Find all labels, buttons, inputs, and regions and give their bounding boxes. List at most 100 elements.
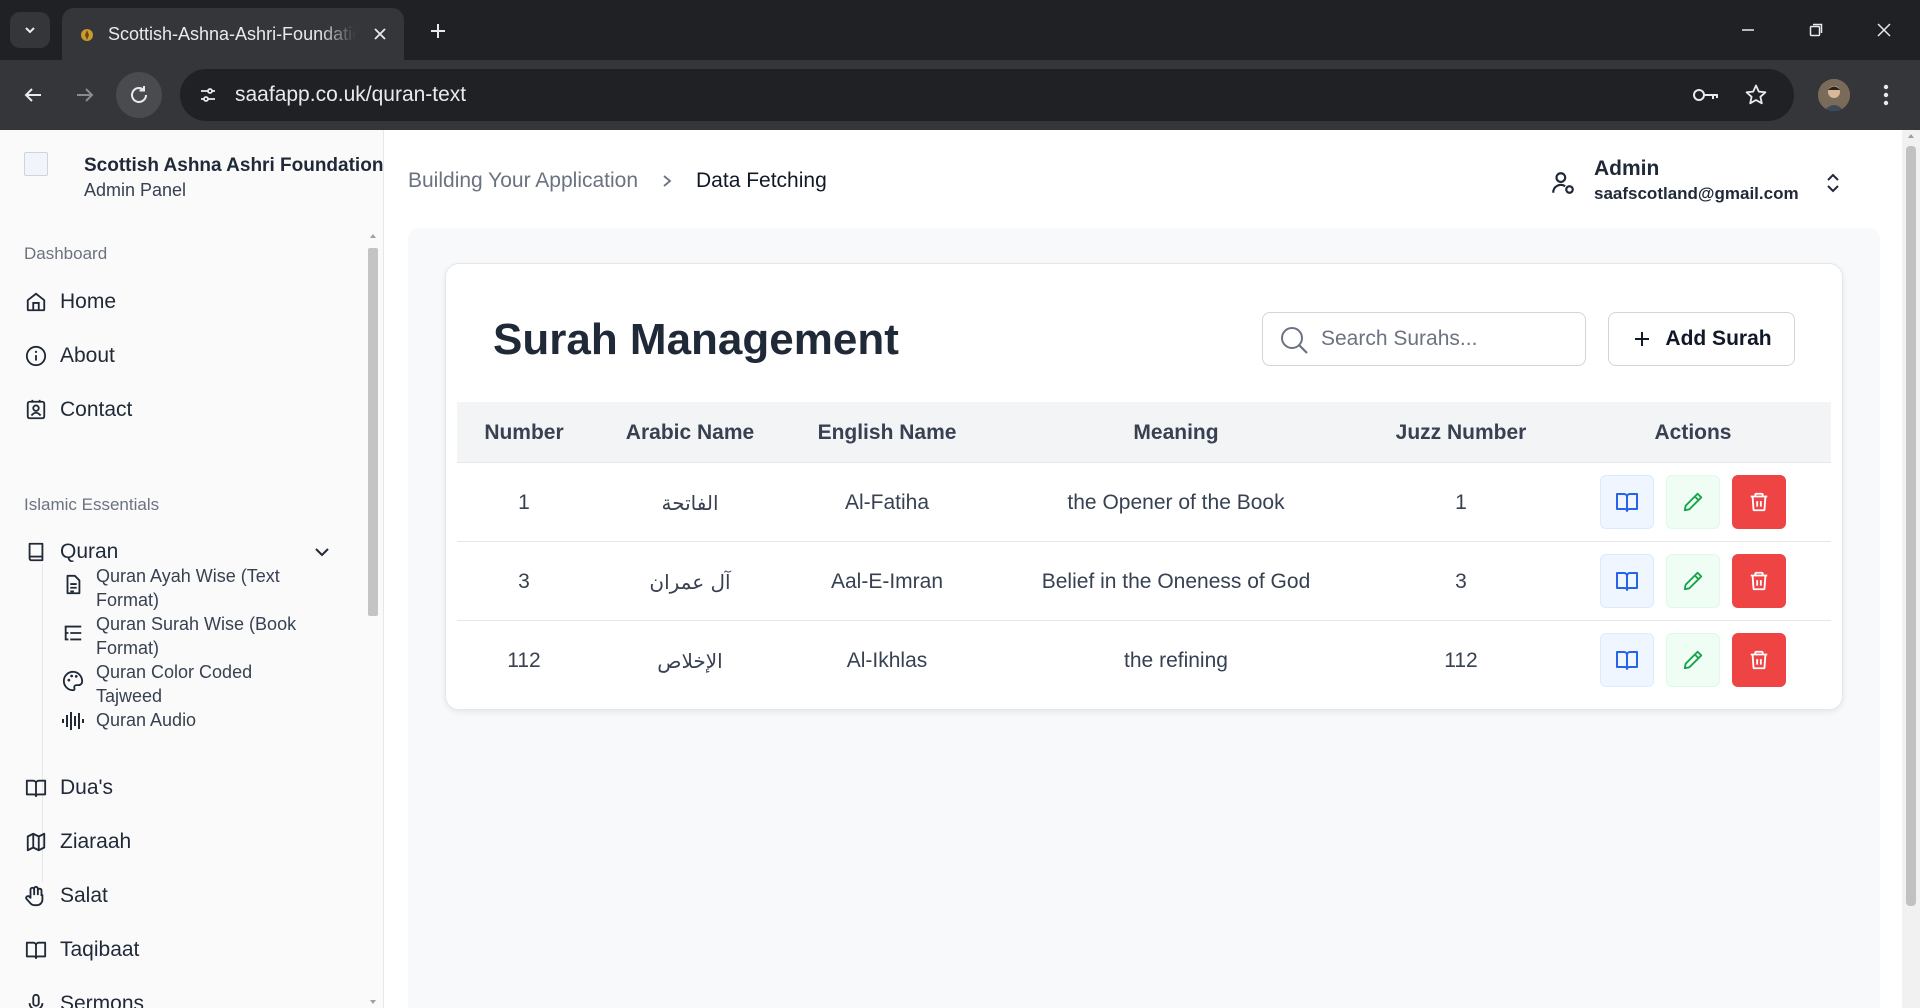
chevron-down-icon[interactable]: [310, 540, 334, 564]
sidebar-subitem-quran-audio[interactable]: Quran Audio: [60, 708, 340, 734]
open-book-icon: [1616, 572, 1638, 591]
trash-icon: [1750, 650, 1768, 670]
surah-card: Surah Management Add Surah Number Arabic…: [445, 263, 1843, 710]
cell-arabic-name: الفاتحة: [661, 490, 719, 515]
column-header: Meaning: [1133, 420, 1219, 444]
trash-icon: [1750, 571, 1768, 591]
edit-button[interactable]: [1666, 475, 1720, 529]
minimize-button[interactable]: [1726, 12, 1770, 48]
sidebar-item-salat[interactable]: Salat: [24, 876, 344, 916]
delete-button[interactable]: [1732, 475, 1786, 529]
cell-english-name: Al-Fatiha: [844, 490, 930, 514]
sidebar-subitem-quran-ayah[interactable]: Quran Ayah Wise (Text Format): [60, 564, 340, 612]
sidebar-subitem-label: Quran Ayah Wise (Text Format): [96, 566, 280, 610]
sidebar-item-duas[interactable]: Dua's: [24, 768, 344, 808]
scroll-up-arrow[interactable]: [1908, 134, 1914, 138]
breadcrumb-link[interactable]: Building Your Application: [408, 169, 638, 193]
new-tab-button[interactable]: [420, 14, 456, 48]
site-favicon-icon: [81, 29, 93, 41]
brand-name: Scottish Ashna Ashri Foundation: [84, 155, 384, 176]
url-text: saafapp.co.uk/quran-text: [235, 83, 467, 106]
sidebar-scrollbar[interactable]: [366, 230, 380, 1008]
delete-button[interactable]: [1732, 554, 1786, 608]
page-scrollbar[interactable]: [1902, 130, 1920, 1008]
restore-button[interactable]: [1794, 12, 1838, 48]
cell-juzz: 112: [1444, 648, 1478, 672]
table-header: Number Arabic Name English Name Meaning …: [457, 402, 1831, 463]
sidebar-item-taqibaat[interactable]: Taqibaat: [24, 930, 344, 970]
reload-button[interactable]: [116, 72, 162, 118]
sidebar-subitem-quran-surah[interactable]: Quran Surah Wise (Book Format): [60, 612, 340, 660]
user-name: Admin: [1594, 157, 1660, 180]
browser-toolbar: saafapp.co.uk/quran-text: [0, 60, 1920, 130]
brand[interactable]: Scottish Ashna Ashri Foundation Admin Pa…: [24, 152, 383, 208]
window-close-button[interactable]: [1862, 12, 1906, 48]
sidebar-subitem-label: Quran Audio: [96, 710, 197, 730]
scrollbar-thumb[interactable]: [368, 248, 378, 616]
cell-english-name: Al-Ikhlas: [846, 648, 928, 672]
scroll-down-arrow[interactable]: [370, 1000, 376, 1004]
column-header: Actions: [1654, 420, 1732, 444]
sidebar-subitem-label: Quran Color Coded Tajweed: [96, 662, 253, 706]
scrollbar-thumb[interactable]: [1906, 146, 1916, 906]
tab-search-button[interactable]: [10, 12, 50, 48]
table-row: 1 الفاتحة Al-Fatiha the Opener of the Bo…: [457, 463, 1831, 542]
cell-arabic-name: آل عمران: [649, 569, 731, 594]
view-button[interactable]: [1600, 475, 1654, 529]
brand-subtitle: Admin Panel: [84, 180, 187, 200]
scroll-up-arrow[interactable]: [370, 234, 376, 238]
sidebar-item-about[interactable]: About: [24, 336, 344, 376]
add-surah-label: Add Surah: [1665, 327, 1772, 350]
browser-tab-bar: Scottish-Ashna-Ashri-Foundation: [0, 0, 1920, 60]
sidebar-subitem-label: Quran Surah Wise (Book Format): [96, 614, 297, 658]
sidebar-item-ziaraah[interactable]: Ziaraah: [24, 822, 344, 862]
sidebar-item-label: Sermons: [60, 992, 145, 1008]
sidebar-item-label: Salat: [60, 884, 108, 907]
info-icon: [24, 344, 48, 368]
hand-icon: [24, 884, 48, 908]
search-input[interactable]: [1321, 323, 1571, 355]
password-key-button[interactable]: [1692, 81, 1720, 109]
add-surah-button[interactable]: Add Surah: [1608, 312, 1795, 366]
edit-button[interactable]: [1666, 554, 1720, 608]
sidebar-item-label: Dua's: [60, 776, 114, 799]
view-button[interactable]: [1600, 554, 1654, 608]
mic-icon: [24, 992, 48, 1008]
audio-wave-icon: [60, 708, 86, 734]
pencil-icon: [1683, 571, 1703, 591]
edit-button[interactable]: [1666, 633, 1720, 687]
user-menu[interactable]: Admin saafscotland@gmail.com: [1550, 154, 1890, 210]
tab-close-button[interactable]: [368, 22, 392, 46]
book-icon: [24, 540, 48, 564]
chevrons-up-down-icon[interactable]: [1820, 170, 1846, 196]
open-book-icon: [24, 938, 48, 962]
arrow-right-icon: [77, 88, 94, 102]
sidebar-subitem-quran-tajweed[interactable]: Quran Color Coded Tajweed: [60, 660, 340, 708]
list-tree-icon: [60, 620, 86, 646]
tune-icon: [201, 88, 215, 102]
table-row: 3 آل عمران Aal-E-Imran Belief in the One…: [457, 542, 1831, 621]
sidebar-item-contact[interactable]: Contact: [24, 390, 344, 430]
delete-button[interactable]: [1732, 633, 1786, 687]
reload-icon: [131, 86, 147, 103]
forward-button[interactable]: [62, 72, 108, 118]
plus-icon: [1631, 328, 1653, 350]
bookmark-button[interactable]: [1742, 81, 1770, 109]
profile-avatar[interactable]: [1818, 79, 1850, 111]
address-bar[interactable]: saafapp.co.uk/quran-text: [180, 69, 1794, 121]
close-icon: [374, 28, 386, 40]
browser-menu-button[interactable]: [1872, 79, 1900, 111]
sidebar-item-label: Home: [60, 290, 117, 313]
search-field[interactable]: [1262, 312, 1586, 366]
browser-tab[interactable]: Scottish-Ashna-Ashri-Foundation: [62, 8, 404, 60]
user-icon: [1552, 172, 1574, 194]
palette-icon: [60, 668, 86, 694]
view-button[interactable]: [1600, 633, 1654, 687]
sidebar-item-sermons[interactable]: Sermons: [24, 984, 344, 1008]
map-icon: [24, 830, 48, 854]
site-info-button[interactable]: [192, 79, 224, 111]
back-button[interactable]: [10, 72, 56, 118]
breadcrumb-current: Data Fetching: [696, 169, 827, 192]
key-icon: [1693, 89, 1718, 101]
sidebar-item-home[interactable]: Home: [24, 282, 344, 322]
